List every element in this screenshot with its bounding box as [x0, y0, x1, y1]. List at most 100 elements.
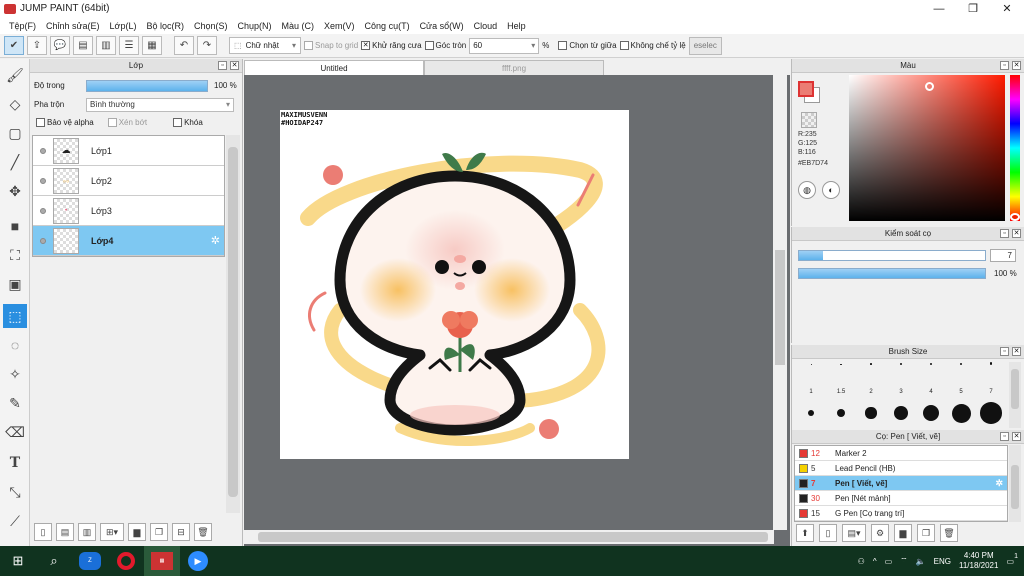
selection-shape-dropdown[interactable]: ⬚ Chữ nhật ▾ [229, 37, 301, 54]
brush-folder-icon[interactable]: ▆ [894, 524, 912, 542]
brush-size-small-preview[interactable] [916, 361, 946, 367]
new-text-layer-icon[interactable]: ▥ [78, 523, 96, 541]
folder-icon[interactable]: ▆ [128, 523, 146, 541]
eyedropper-tool-icon[interactable]: ⟋ [3, 509, 27, 533]
panel-close-icon[interactable]: ✕ [1012, 61, 1021, 70]
minimize-button[interactable]: — [922, 0, 956, 17]
menu-help[interactable]: Help [502, 21, 531, 31]
brush-item[interactable]: 15 G Pen [Cọ trang trí] [795, 506, 1007, 521]
brush-size-small-preview[interactable] [976, 361, 1006, 367]
menu-color[interactable]: Màu (C) [277, 21, 320, 31]
quick-action-icon[interactable]: ✔ [4, 36, 24, 55]
new-brush-icon[interactable]: ▯ [819, 524, 837, 542]
tab-untitled[interactable]: Untitled [244, 60, 424, 75]
merge-layer-icon[interactable]: ⊟ [172, 523, 190, 541]
transform-tool-icon[interactable]: ⤡ [3, 480, 27, 504]
brush-size-preset[interactable] [894, 406, 908, 420]
tray-chevron-icon[interactable]: ^ [873, 557, 877, 566]
menu-select[interactable]: Chọn(S) [189, 21, 233, 31]
brush-size-preset[interactable] [922, 404, 940, 422]
page-icon[interactable]: ▥ [96, 36, 116, 55]
line-tool-icon[interactable]: ╱ [3, 150, 27, 174]
notification-icon[interactable]: ▭ 1 [1006, 553, 1018, 566]
panel-close-icon[interactable]: ✕ [230, 61, 239, 70]
zalo-icon[interactable]: Z [72, 546, 108, 576]
visibility-icon[interactable] [33, 177, 53, 184]
brush-size-slider[interactable] [798, 250, 986, 261]
hue-slider[interactable] [1010, 75, 1020, 221]
hue-slider-handle[interactable] [1010, 213, 1020, 221]
volume-icon[interactable]: 🔈 [916, 557, 926, 566]
clock[interactable]: 4:40 PM 11/18/2021 [959, 551, 998, 571]
export-icon[interactable]: ⇪ [27, 36, 47, 55]
undo-button[interactable]: ↶ [174, 36, 194, 55]
grid-tool-icon[interactable]: ▦ [142, 36, 162, 55]
visibility-icon[interactable] [33, 237, 53, 244]
panel-float-icon[interactable]: ▫ [218, 61, 227, 70]
palette-edit-icon[interactable]: ◐ [822, 181, 840, 199]
network-icon[interactable]: ▭ [885, 557, 893, 566]
blend-mode-select[interactable]: Bình thường ▾ [86, 97, 234, 112]
visibility-icon[interactable] [33, 207, 53, 214]
menu-layer[interactable]: Lớp(L) [105, 21, 142, 31]
layers-scrollbar[interactable] [226, 135, 240, 513]
search-icon[interactable]: ⌕ [36, 546, 72, 576]
gradient-tool-icon[interactable]: ▣ [3, 272, 27, 296]
deselect-button[interactable]: eselec [688, 36, 722, 55]
menu-capture[interactable]: Chụp(N) [233, 21, 277, 31]
panel-close-icon[interactable]: ✕ [1012, 347, 1021, 356]
palette-icon[interactable]: ◍ [798, 181, 816, 199]
menu-cloud[interactable]: Cloud [469, 21, 503, 31]
brush-size-preset[interactable] [808, 410, 814, 416]
transparent-color-swatch[interactable] [801, 112, 817, 128]
zoom-icon[interactable]: ▶ [180, 546, 216, 576]
foreground-color-swatch[interactable] [798, 81, 814, 97]
close-button[interactable]: ✕ [990, 0, 1024, 17]
gear-icon[interactable]: ✲ [995, 478, 1003, 489]
brush-item[interactable]: 30 Pen [Nét mảnh] [795, 491, 1007, 506]
round-corner-input[interactable]: 60 ▾ [469, 37, 540, 54]
brush-size-scrollbar[interactable] [1009, 362, 1021, 428]
panel-float-icon[interactable]: ▫ [1000, 347, 1009, 356]
layer-row[interactable]: ◦◦ Lớp2 [33, 166, 224, 196]
rect-select-tool-icon[interactable]: ⬚ [3, 304, 27, 328]
rect-tool-icon[interactable]: ▢ [3, 121, 27, 145]
clipping-checkbox[interactable]: Xén bớt [107, 117, 147, 127]
panel-close-icon[interactable]: ✕ [1012, 229, 1021, 238]
artboard[interactable]: MAXIMUSVENN #HOIDAP247 [280, 110, 629, 459]
brush-size-small-preview[interactable] [886, 361, 916, 367]
round-corner-checkbox[interactable]: Góc tròn [424, 41, 466, 50]
brush-item[interactable]: 5 Lead Pencil (HB) [795, 461, 1007, 476]
new-raster-layer-icon[interactable]: ▤ [56, 523, 74, 541]
canvas-vertical-scrollbar[interactable] [773, 75, 787, 530]
fill-rect-tool-icon[interactable]: ■ [3, 214, 27, 238]
magic-wand-tool-icon[interactable]: ✧ [3, 362, 27, 386]
delete-brush-icon[interactable]: 🗑 [940, 524, 958, 542]
brush-size-small-preview[interactable] [856, 361, 886, 367]
eraser-tool-icon[interactable]: ◇ [3, 92, 27, 116]
bucket-tool-icon[interactable]: ⛶ [3, 243, 27, 267]
duplicate-layer-icon[interactable]: ❐ [150, 523, 168, 541]
panel-close-icon[interactable]: ✕ [1012, 432, 1021, 441]
saturation-value-picker[interactable] [849, 75, 1005, 221]
people-icon[interactable]: ⚇ [858, 557, 865, 566]
brush-size-small-preview[interactable] [946, 361, 976, 367]
brush-size-preset[interactable] [865, 407, 877, 419]
panel-float-icon[interactable]: ▫ [1000, 229, 1009, 238]
menu-tools[interactable]: Công cụ(T) [360, 21, 415, 31]
speech-bubble-icon[interactable]: 💬 [50, 36, 70, 55]
brush-size-preset[interactable] [951, 403, 971, 423]
brush-opacity-slider[interactable] [798, 268, 986, 279]
brush-settings-icon[interactable]: ⚙ [871, 524, 889, 542]
new-layer-icon[interactable]: ▯ [34, 523, 52, 541]
menu-file[interactable]: Tệp(F) [4, 21, 41, 31]
brush-tool-icon[interactable]: 🖌 [3, 63, 27, 87]
menu-filter[interactable]: Bộ lọc(R) [141, 21, 189, 31]
brush-import-icon[interactable]: ⬆ [796, 524, 814, 542]
medibang-icon[interactable]: ▦ [144, 546, 180, 576]
brush-size-small-preview[interactable] [826, 361, 856, 367]
menu-window[interactable]: Cửa sổ(W) [415, 21, 469, 31]
select-from-center-checkbox[interactable]: Chọn từ giữa [558, 41, 617, 50]
layer-row[interactable]: ☁ Lớp1 [33, 136, 224, 166]
opera-icon[interactable] [108, 546, 144, 576]
